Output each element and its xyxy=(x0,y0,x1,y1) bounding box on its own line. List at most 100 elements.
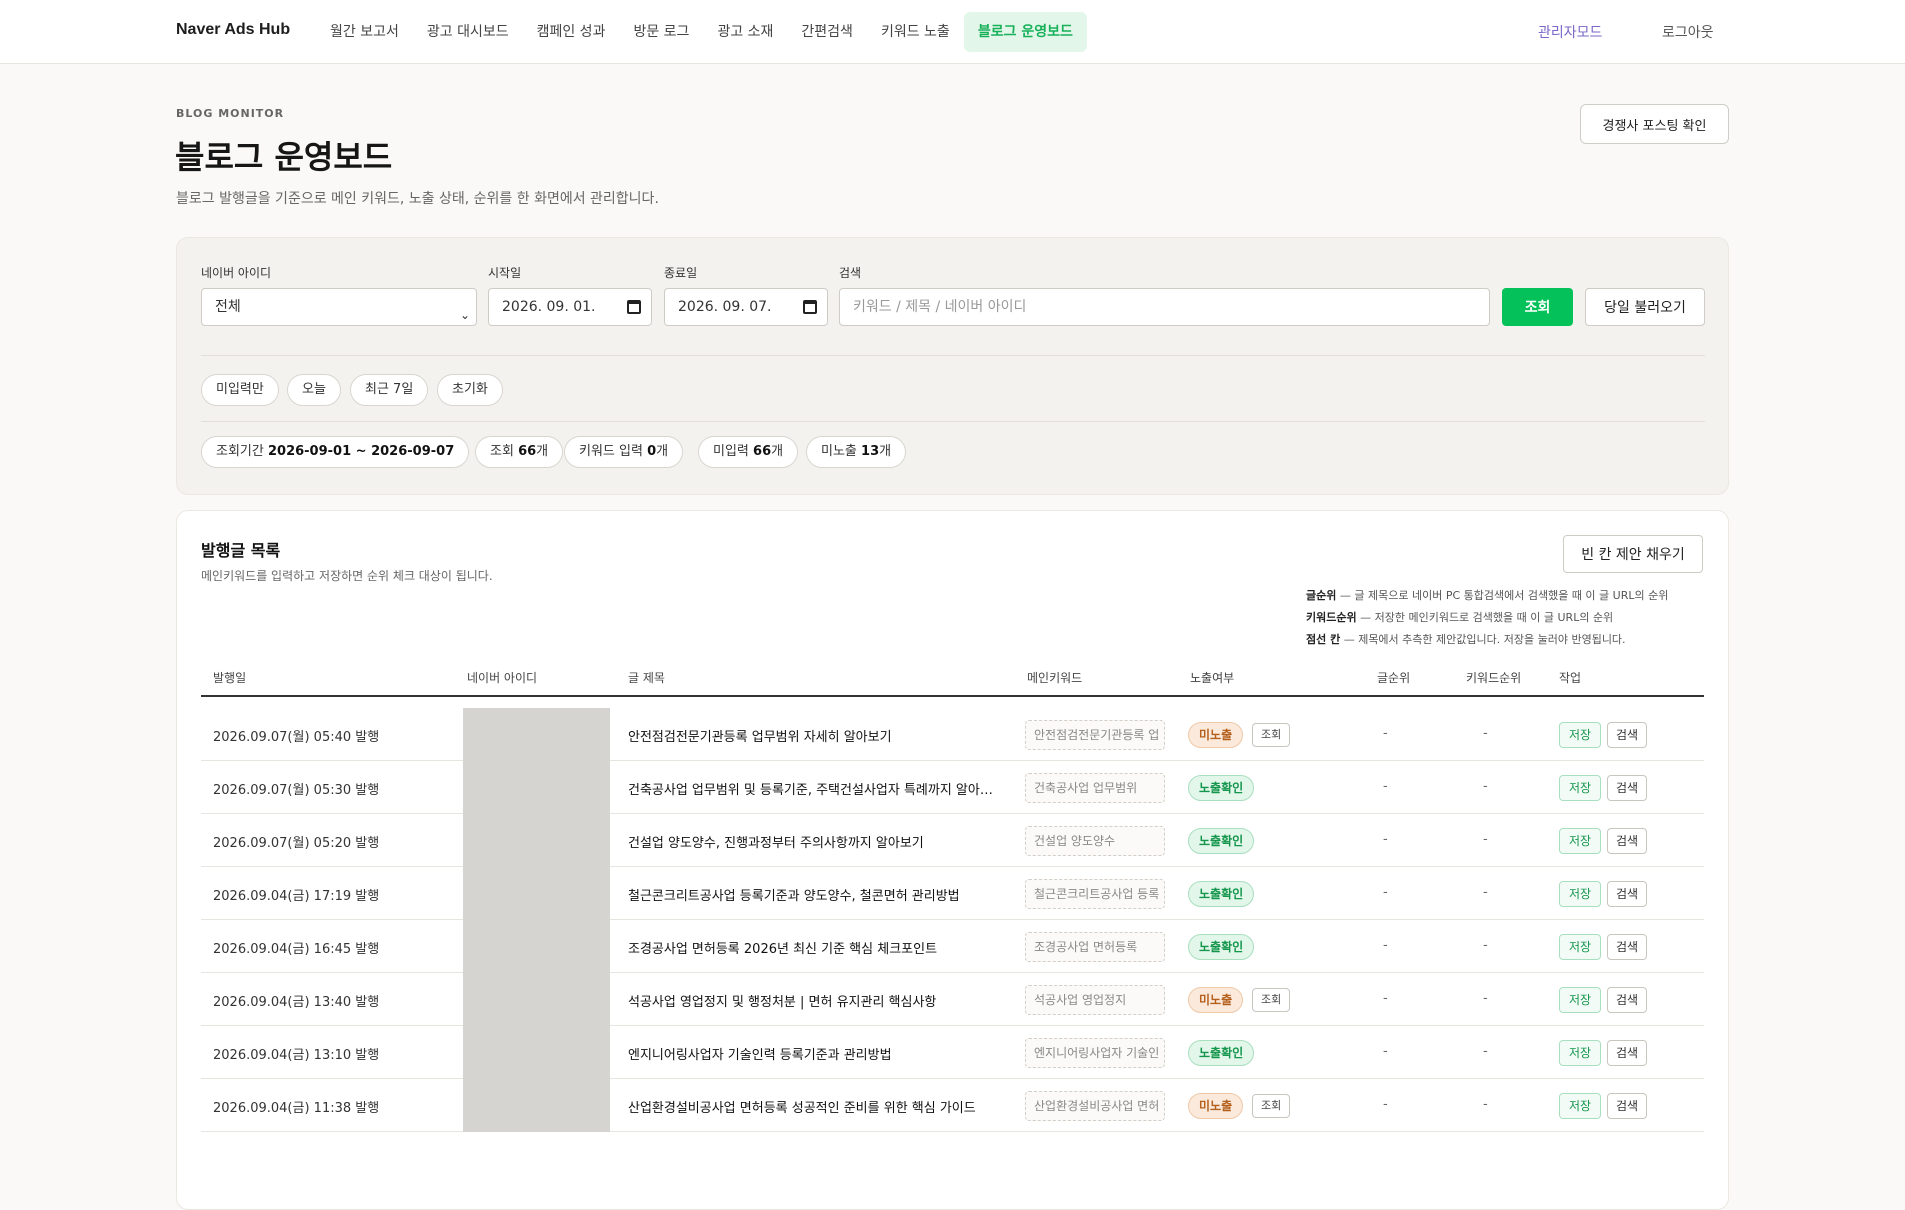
admin-mode-link[interactable]: 관리자모드 xyxy=(1538,22,1602,42)
main-keyword-input[interactable]: 조경공사업 면허등록 xyxy=(1025,932,1165,962)
save-button[interactable]: 저장 xyxy=(1559,1040,1602,1066)
main-keyword-input[interactable]: 건설업 양도양수 xyxy=(1025,826,1165,856)
nav-item-ad-dashboard[interactable]: 광고 대시보드 xyxy=(413,12,523,52)
publish-date: 2026.09.04(금) 13:10 발행 xyxy=(213,1048,380,1063)
post-title[interactable]: 조경공사업 면허등록 2026년 최신 기준 핵심 체크포인트 xyxy=(628,938,937,957)
post-title[interactable]: 엔지니어링사업자 기술인력 등록기준과 관리방법 xyxy=(628,1044,892,1063)
post-rank: - xyxy=(1383,779,1388,794)
summary-period: 조회기간 2026-09-01 ~ 2026-09-07 xyxy=(201,436,470,468)
col-post-rank: 글순위 xyxy=(1377,671,1411,685)
save-button[interactable]: 저장 xyxy=(1559,987,1602,1013)
nav-item-keyword-exposure[interactable]: 키워드 노출 xyxy=(867,12,964,52)
fill-suggestions-button[interactable]: 빈 칸 제안 채우기 xyxy=(1563,535,1703,573)
col-naver-id: 네이버 아이디 xyxy=(467,671,538,685)
save-button[interactable]: 저장 xyxy=(1559,1093,1602,1119)
save-button[interactable]: 저장 xyxy=(1559,934,1602,960)
start-date-label: 시작일 xyxy=(488,266,522,280)
filter-chip-today[interactable]: 오늘 xyxy=(287,374,341,406)
list-title: 발행글 목록 xyxy=(201,541,281,560)
main-keyword-input[interactable]: 안전점검전문기관등록 업 xyxy=(1025,720,1165,750)
post-rank: - xyxy=(1383,726,1388,741)
publish-date: 2026.09.04(금) 11:38 발행 xyxy=(213,1101,380,1116)
main-keyword-input[interactable]: 석공사업 영업정지 xyxy=(1025,985,1165,1015)
post-title[interactable]: 건축공사업 업무범위 및 등록기준, 주택건설사업자 특례까지 알아보... xyxy=(628,779,1004,798)
table-row: 2026.09.04(금) 17:19 발행 철근콘크리트공사업 등록기준과 양도… xyxy=(201,867,1704,920)
summary-missing: 미입력 66개 xyxy=(698,436,799,468)
table-header: 발행일 네이버 아이디 글 제목 메인키워드 노출여부 글순위 키워드순위 작업 xyxy=(201,663,1704,697)
nav-item-ad-creative[interactable]: 광고 소재 xyxy=(703,12,787,52)
filter-chip-reset[interactable]: 초기화 xyxy=(437,374,503,406)
keyword-rank: - xyxy=(1483,991,1488,1006)
main-keyword-input[interactable]: 철근콘크리트공사업 등록 xyxy=(1025,879,1165,909)
exposure-badge: 노출확인 xyxy=(1188,828,1255,854)
search-button[interactable]: 검색 xyxy=(1607,1093,1648,1119)
competitor-posting-button[interactable]: 경쟁사 포스팅 확인 xyxy=(1580,104,1729,144)
exposure-badge: 미노출 xyxy=(1188,987,1244,1013)
search-button[interactable]: 검색 xyxy=(1607,722,1648,748)
exposure-badge: 노출확인 xyxy=(1188,1040,1255,1066)
post-title[interactable]: 철근콘크리트공사업 등록기준과 양도양수, 철콘면허 관리방법 xyxy=(628,885,960,904)
col-exposure: 노출여부 xyxy=(1190,671,1235,685)
main-keyword-input[interactable]: 산업환경설비공사업 면허 xyxy=(1025,1091,1165,1121)
logout-link[interactable]: 로그아웃 xyxy=(1662,22,1714,42)
query-button[interactable]: 조회 xyxy=(1502,288,1573,326)
keyword-rank: - xyxy=(1483,938,1488,953)
col-actions: 작업 xyxy=(1559,671,1582,685)
naver-id-redacted xyxy=(463,814,610,867)
calendar-icon[interactable] xyxy=(803,300,817,314)
main-keyword-input[interactable]: 건축공사업 업무범위 xyxy=(1025,773,1165,803)
col-publish-date: 발행일 xyxy=(213,671,247,685)
post-title[interactable]: 건설업 양도양수, 진행과정부터 주의사항까지 알아보기 xyxy=(628,832,924,851)
save-button[interactable]: 저장 xyxy=(1559,775,1602,801)
naver-id-select[interactable]: 전체 ⌄ xyxy=(201,288,477,326)
search-button[interactable]: 검색 xyxy=(1607,881,1648,907)
start-date-value: 2026. 09. 01. xyxy=(502,299,596,315)
save-button[interactable]: 저장 xyxy=(1559,722,1602,748)
check-exposure-button[interactable]: 조회 xyxy=(1252,1094,1291,1118)
publish-date: 2026.09.04(금) 16:45 발행 xyxy=(213,942,380,957)
nav-item-monthly-report[interactable]: 월간 보고서 xyxy=(316,12,413,52)
post-title[interactable]: 석공사업 영업정지 및 행정처분 | 면허 유지관리 핵심사항 xyxy=(628,991,936,1010)
search-button[interactable]: 검색 xyxy=(1607,828,1648,854)
search-button[interactable]: 검색 xyxy=(1607,775,1648,801)
filter-chip-last-7-days[interactable]: 최근 7일 xyxy=(350,374,429,406)
nav-item-campaign[interactable]: 캠페인 성과 xyxy=(523,12,620,52)
summary-keyword-input: 키워드 입력 0개 xyxy=(564,436,684,468)
list-description: 메인키워드를 입력하고 저장하면 순위 체크 대상이 됩니다. xyxy=(201,569,493,583)
load-today-button[interactable]: 당일 불러오기 xyxy=(1585,288,1705,326)
exposure-badge: 노출확인 xyxy=(1188,775,1255,801)
save-button[interactable]: 저장 xyxy=(1559,881,1602,907)
search-input[interactable]: 키워드 / 제목 / 네이버 아이디 xyxy=(839,288,1490,326)
filter-panel: 네이버 아이디 전체 ⌄ 시작일 2026. 09. 01. 종료일 2026.… xyxy=(176,237,1729,495)
table-row: 2026.09.04(금) 11:38 발행 산업환경설비공사업 면허등록 성공적… xyxy=(201,1079,1704,1132)
post-rank: - xyxy=(1383,832,1388,847)
brand-logo[interactable]: Naver Ads Hub xyxy=(176,21,290,39)
check-exposure-button[interactable]: 조회 xyxy=(1252,723,1291,747)
post-title[interactable]: 산업환경설비공사업 면허등록 성공적인 준비를 위한 핵심 가이드 xyxy=(628,1097,976,1116)
table-row: 2026.09.07(월) 05:20 발행 건설업 양도양수, 진행과정부터 주… xyxy=(201,814,1704,867)
main-keyword-input[interactable]: 엔지니어링사업자 기술인 xyxy=(1025,1038,1165,1068)
nav-item-visit-log[interactable]: 방문 로그 xyxy=(619,12,703,52)
check-exposure-button[interactable]: 조회 xyxy=(1252,988,1291,1012)
top-navbar: Naver Ads Hub 월간 보고서 광고 대시보드 캠페인 성과 방문 로… xyxy=(0,0,1905,64)
search-button[interactable]: 검색 xyxy=(1607,987,1648,1013)
calendar-icon[interactable] xyxy=(627,300,641,314)
table-row: 2026.09.04(금) 13:10 발행 엔지니어링사업자 기술인력 등록기준… xyxy=(201,1026,1704,1079)
save-button[interactable]: 저장 xyxy=(1559,828,1602,854)
start-date-input[interactable]: 2026. 09. 01. xyxy=(488,288,652,326)
end-date-input[interactable]: 2026. 09. 07. xyxy=(664,288,828,326)
table-row: 2026.09.04(금) 16:45 발행 조경공사업 면허등록 2026년 최… xyxy=(201,920,1704,973)
nav-item-quick-search[interactable]: 간편검색 xyxy=(787,12,867,52)
keyword-rank: - xyxy=(1483,779,1488,794)
naver-id-redacted xyxy=(463,708,610,761)
filter-chip-missing-only[interactable]: 미입력만 xyxy=(201,374,279,406)
end-date-value: 2026. 09. 07. xyxy=(678,299,772,315)
post-rank: - xyxy=(1383,1044,1388,1059)
nav-item-blog-board[interactable]: 블로그 운영보드 xyxy=(963,12,1087,52)
post-title[interactable]: 안전점검전문기관등록 업무범위 자세히 알아보기 xyxy=(628,726,892,745)
search-button[interactable]: 검색 xyxy=(1607,934,1648,960)
nav-menu: 월간 보고서 광고 대시보드 캠페인 성과 방문 로그 광고 소재 간편검색 키… xyxy=(316,12,1087,52)
exposure-badge: 미노출 xyxy=(1188,1093,1244,1119)
summary-count: 조회 66개 xyxy=(475,436,564,468)
search-button[interactable]: 검색 xyxy=(1607,1040,1648,1066)
